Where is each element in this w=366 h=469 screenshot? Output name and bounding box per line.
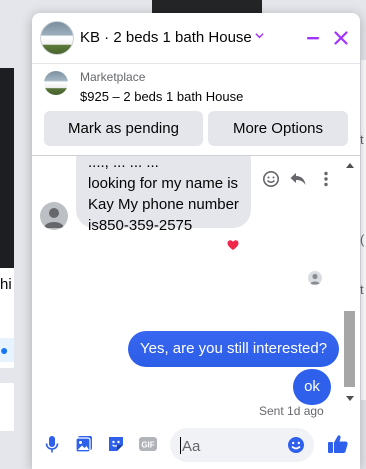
scrollbar-thumb[interactable] [344, 311, 355, 387]
gif-label: GIF [141, 441, 154, 450]
background-text-right: ( [360, 232, 365, 247]
incoming-message[interactable]: ...., ... ... ... looking for my name is… [76, 156, 251, 234]
sticker-icon [109, 437, 123, 451]
reply-icon [290, 173, 306, 185]
close-button[interactable] [330, 27, 352, 49]
voice-clip-button[interactable] [42, 434, 62, 454]
emoji-icon [288, 437, 304, 453]
chat-window: KB · 2 beds 1 bath House Marketplace $92… [32, 13, 360, 469]
message-composer: GIF [32, 420, 360, 469]
listing-actions: Mark as pending More Options [32, 109, 360, 149]
send-like-button[interactable] [326, 432, 350, 456]
marketplace-listing[interactable]: Marketplace $925 – 2 beds 1 bath House [32, 63, 360, 107]
conversation-title[interactable]: KB · 2 beds 1 bath House [80, 29, 252, 46]
emoji-button[interactable] [286, 435, 306, 455]
sticker-button[interactable] [106, 434, 126, 454]
attach-photo-button[interactable] [74, 434, 94, 454]
listing-title[interactable]: $925 – 2 beds 1 bath House [80, 89, 243, 104]
listing-thumbnail[interactable] [44, 71, 68, 95]
background-card-left-bottom [0, 383, 14, 431]
chevron-down-icon[interactable] [255, 31, 264, 40]
minimize-button[interactable] [302, 27, 324, 49]
smiley-icon [263, 171, 279, 187]
background-image-left [0, 68, 14, 268]
background-text-right: t [360, 132, 364, 147]
background-card-right [361, 60, 366, 400]
microphone-icon [45, 436, 59, 453]
message-status: Sent 1d ago [259, 404, 324, 418]
close-icon [334, 31, 348, 45]
conversation-avatar[interactable] [40, 21, 74, 55]
message-scrollbar[interactable] [344, 163, 356, 408]
react-button[interactable] [260, 168, 282, 190]
read-receipt-avatar [308, 271, 322, 285]
listing-source-label: Marketplace [80, 70, 146, 84]
more-actions-button[interactable] [315, 168, 337, 190]
gif-icon: GIF [139, 437, 157, 451]
message-input[interactable] [180, 428, 284, 464]
message-input-wrapper[interactable] [170, 428, 314, 464]
more-vertical-icon [324, 171, 328, 187]
outgoing-message[interactable]: ok [293, 369, 331, 405]
background-text-right: t [360, 282, 364, 297]
person-icon [44, 208, 64, 228]
minimize-icon [307, 37, 319, 40]
message-list: ...., ... ... ... looking for my name is… [32, 156, 360, 408]
scroll-up-arrow-icon[interactable] [346, 163, 354, 168]
outgoing-message[interactable]: Yes, are you still interested? [128, 331, 340, 367]
thumbs-up-icon [328, 435, 348, 453]
person-icon [310, 273, 320, 285]
background-text-left: hi [0, 276, 12, 293]
photo-icon [75, 436, 92, 453]
reply-button[interactable] [287, 168, 309, 190]
scroll-down-arrow-icon[interactable] [346, 396, 354, 401]
incoming-message-text: ...., ... ... ... looking for my name is… [88, 156, 239, 234]
mark-as-pending-button[interactable]: Mark as pending [44, 111, 203, 146]
heart-reaction-icon[interactable] [224, 236, 242, 254]
background-image [152, 0, 262, 13]
background-add-friend-icon[interactable]: ● [0, 338, 14, 362]
chat-header[interactable]: KB · 2 beds 1 bath House [32, 13, 360, 64]
gif-button[interactable]: GIF [138, 434, 158, 454]
more-options-button[interactable]: More Options [208, 111, 348, 146]
contact-avatar[interactable] [40, 202, 68, 230]
